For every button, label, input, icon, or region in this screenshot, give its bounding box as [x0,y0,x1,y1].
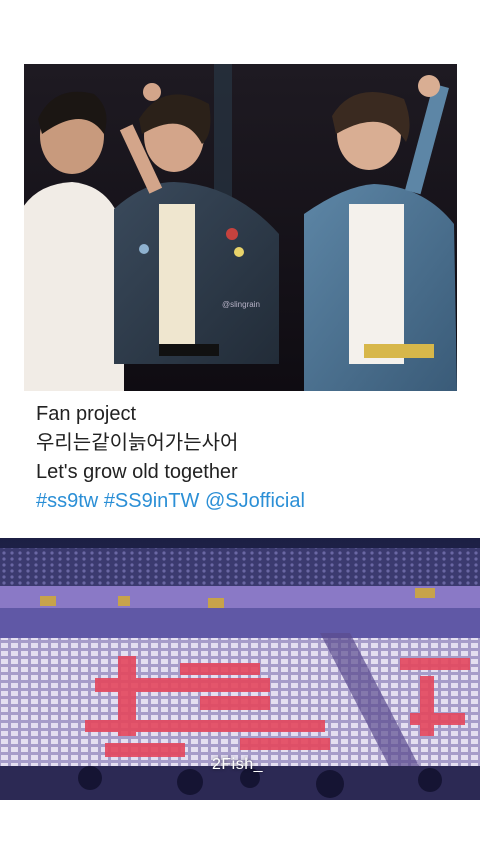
bottom-watermark: 2Fish_ [212,756,264,773]
hashtag-ss9intw[interactable]: #SS9inTW [104,490,200,512]
performers-image [24,64,457,391]
caption-tags: #ss9tw #SS9inTW @SJofficial [36,487,456,516]
caption-line-english: Let's grow old together [36,461,238,483]
concert-photo-performers [24,64,457,391]
post-caption: Fan project 우리는같이늙어가는사어 Let's grow old t… [36,400,456,516]
caption-line-fan-project: Fan project [36,403,137,425]
photo-watermark: @slingrain [222,300,260,309]
caption-line-korean: 우리는같이늙어가는사어 [36,432,239,454]
mention-sjofficial[interactable]: @SJofficial [205,490,305,512]
hashtag-ss9tw[interactable]: #ss9tw [36,490,98,512]
